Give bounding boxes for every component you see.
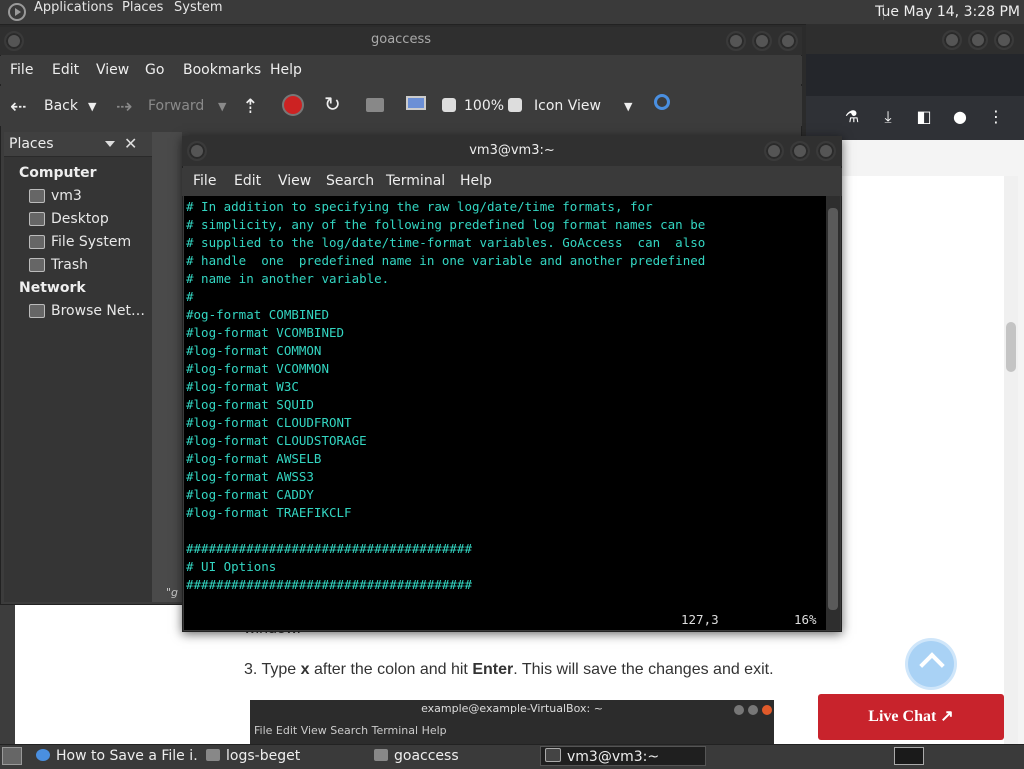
sidebar-item-browse-network[interactable]: Browse Net… (51, 303, 145, 319)
minimize-icon[interactable] (764, 141, 784, 161)
home-folder-icon (29, 189, 45, 203)
maximize-icon[interactable] (790, 141, 810, 161)
workspace-switcher[interactable] (894, 747, 924, 765)
menu-view[interactable]: View (96, 62, 129, 78)
menu-edit[interactable]: Edit (234, 173, 261, 189)
browser-titlebar (806, 24, 1024, 54)
drive-icon (29, 235, 45, 249)
close-icon[interactable] (778, 31, 798, 51)
zoom-out-icon[interactable] (442, 98, 456, 112)
embedded-maximize-icon (748, 705, 758, 715)
reload-icon[interactable]: ↻ (324, 92, 341, 116)
minimize-icon[interactable] (942, 30, 962, 50)
file-view-edge (152, 132, 182, 602)
taskbar-item-goaccess[interactable]: goaccess (374, 746, 534, 766)
more-menu-icon[interactable]: ⋮ (984, 104, 1008, 130)
download-icon[interactable]: ⤓ (876, 104, 900, 130)
menu-search[interactable]: Search (326, 173, 374, 189)
window-menu-icon[interactable] (4, 31, 24, 51)
close-sidebar-icon[interactable]: ✕ (124, 134, 137, 153)
taskbar-item-terminal[interactable]: vm3@vm3:~ (540, 746, 706, 766)
search-icon[interactable] (654, 94, 670, 110)
terminal-scrollbar-thumb[interactable] (828, 208, 838, 610)
embedded-screenshot-title: example@example-VirtualBox: ~ (421, 702, 603, 715)
distro-logo-icon[interactable] (8, 3, 26, 21)
menu-help[interactable]: Help (460, 173, 492, 189)
terminal-output: # In addition to specifying the raw log/… (186, 199, 706, 592)
sidebar-item-vm3[interactable]: vm3 (51, 188, 82, 204)
places-menu[interactable]: Places (122, 0, 163, 15)
show-desktop-icon[interactable] (2, 747, 22, 765)
desktop-folder-icon (29, 212, 45, 226)
side-panel-icon[interactable]: ◧ (912, 104, 936, 130)
file-manager-toolbar: ⇠ Back ▼ ⇢ Forward ▼ ⇡ ↻ 100% Icon View … (0, 86, 802, 126)
scroll-to-top-button[interactable] (908, 641, 954, 687)
menu-view[interactable]: View (278, 173, 311, 189)
article-step-3: 3. Type x after the colon and hit Enter.… (244, 661, 774, 678)
maximize-icon[interactable] (968, 30, 988, 50)
terminal-title: vm3@vm3:~ (469, 143, 555, 158)
back-arrow-icon[interactable]: ⇠ (10, 94, 27, 118)
trash-icon (29, 258, 45, 272)
network-icon (29, 304, 45, 318)
back-history-dropdown-icon[interactable]: ▼ (88, 100, 96, 113)
applications-menu[interactable]: Applications (34, 0, 113, 15)
menu-go[interactable]: Go (145, 62, 164, 78)
taskbar-item-logs-beget[interactable]: logs-beget (206, 746, 366, 766)
live-chat-button[interactable]: Live Chat ↗ (818, 694, 1004, 740)
cursor-position: 127,3 (681, 612, 719, 627)
zoom-level: 100% (464, 98, 505, 114)
window-menu-icon[interactable] (187, 141, 207, 161)
computer-icon[interactable] (406, 96, 426, 110)
file-manager-title: goaccess (370, 32, 431, 47)
embedded-minimize-icon (734, 705, 744, 715)
embedded-close-icon (762, 705, 772, 715)
chrome-icon (36, 749, 50, 761)
minimize-icon[interactable] (726, 31, 746, 51)
close-icon[interactable] (816, 141, 836, 161)
sidebar-item-file-system[interactable]: File System (51, 234, 131, 250)
stop-icon[interactable] (284, 96, 302, 114)
zoom-in-icon[interactable] (508, 98, 522, 112)
view-mode-dropdown-icon[interactable]: ▼ (624, 100, 632, 113)
terminal-menubar: File Edit View Search Terminal Help (182, 168, 842, 196)
places-section-network: Network (19, 280, 86, 296)
profile-icon[interactable]: ● (948, 104, 972, 130)
system-menu[interactable]: System (174, 0, 222, 15)
sidebar-item-desktop[interactable]: Desktop (51, 211, 109, 227)
places-section-computer: Computer (19, 165, 97, 181)
page-scrollbar-thumb[interactable] (1006, 322, 1016, 372)
menu-terminal[interactable]: Terminal (386, 173, 445, 189)
scroll-percentage: 16% (794, 612, 817, 627)
browser-tab-strip (806, 54, 1024, 96)
menu-bookmarks[interactable]: Bookmarks (183, 62, 261, 78)
file-view-status-fragment: "g (166, 586, 179, 599)
forward-history-dropdown-icon: ▼ (218, 100, 227, 113)
back-button[interactable]: Back (44, 98, 78, 114)
page-scrollbar[interactable] (1004, 176, 1018, 744)
up-arrow-icon[interactable]: ⇡ (242, 94, 259, 118)
menu-file[interactable]: File (193, 173, 216, 189)
folder-icon (374, 749, 388, 761)
embedded-screenshot-menu: File Edit View Search Terminal Help (254, 724, 447, 737)
file-manager-menubar: File Edit View Go Bookmarks Help (0, 56, 802, 84)
forward-button: Forward (148, 98, 205, 114)
folder-icon (206, 749, 220, 761)
menu-edit[interactable]: Edit (52, 62, 79, 78)
sidebar-item-trash[interactable]: Trash (51, 257, 88, 273)
forward-arrow-icon: ⇢ (116, 94, 133, 118)
chevron-down-icon[interactable] (105, 141, 115, 147)
places-selector[interactable]: Places (9, 136, 54, 152)
maximize-icon[interactable] (752, 31, 772, 51)
menu-file[interactable]: File (10, 62, 33, 78)
labs-flask-icon[interactable]: ⚗ (840, 104, 864, 130)
home-folder-icon[interactable] (366, 98, 384, 112)
taskbar-item-browser[interactable]: How to Save a File i… (36, 746, 198, 766)
view-mode-select[interactable]: Icon View (534, 98, 601, 114)
clock[interactable]: Tue May 14, 3:28 PM (875, 0, 1020, 24)
close-icon[interactable] (994, 30, 1014, 50)
menu-help[interactable]: Help (270, 62, 302, 78)
terminal-icon (545, 748, 561, 762)
